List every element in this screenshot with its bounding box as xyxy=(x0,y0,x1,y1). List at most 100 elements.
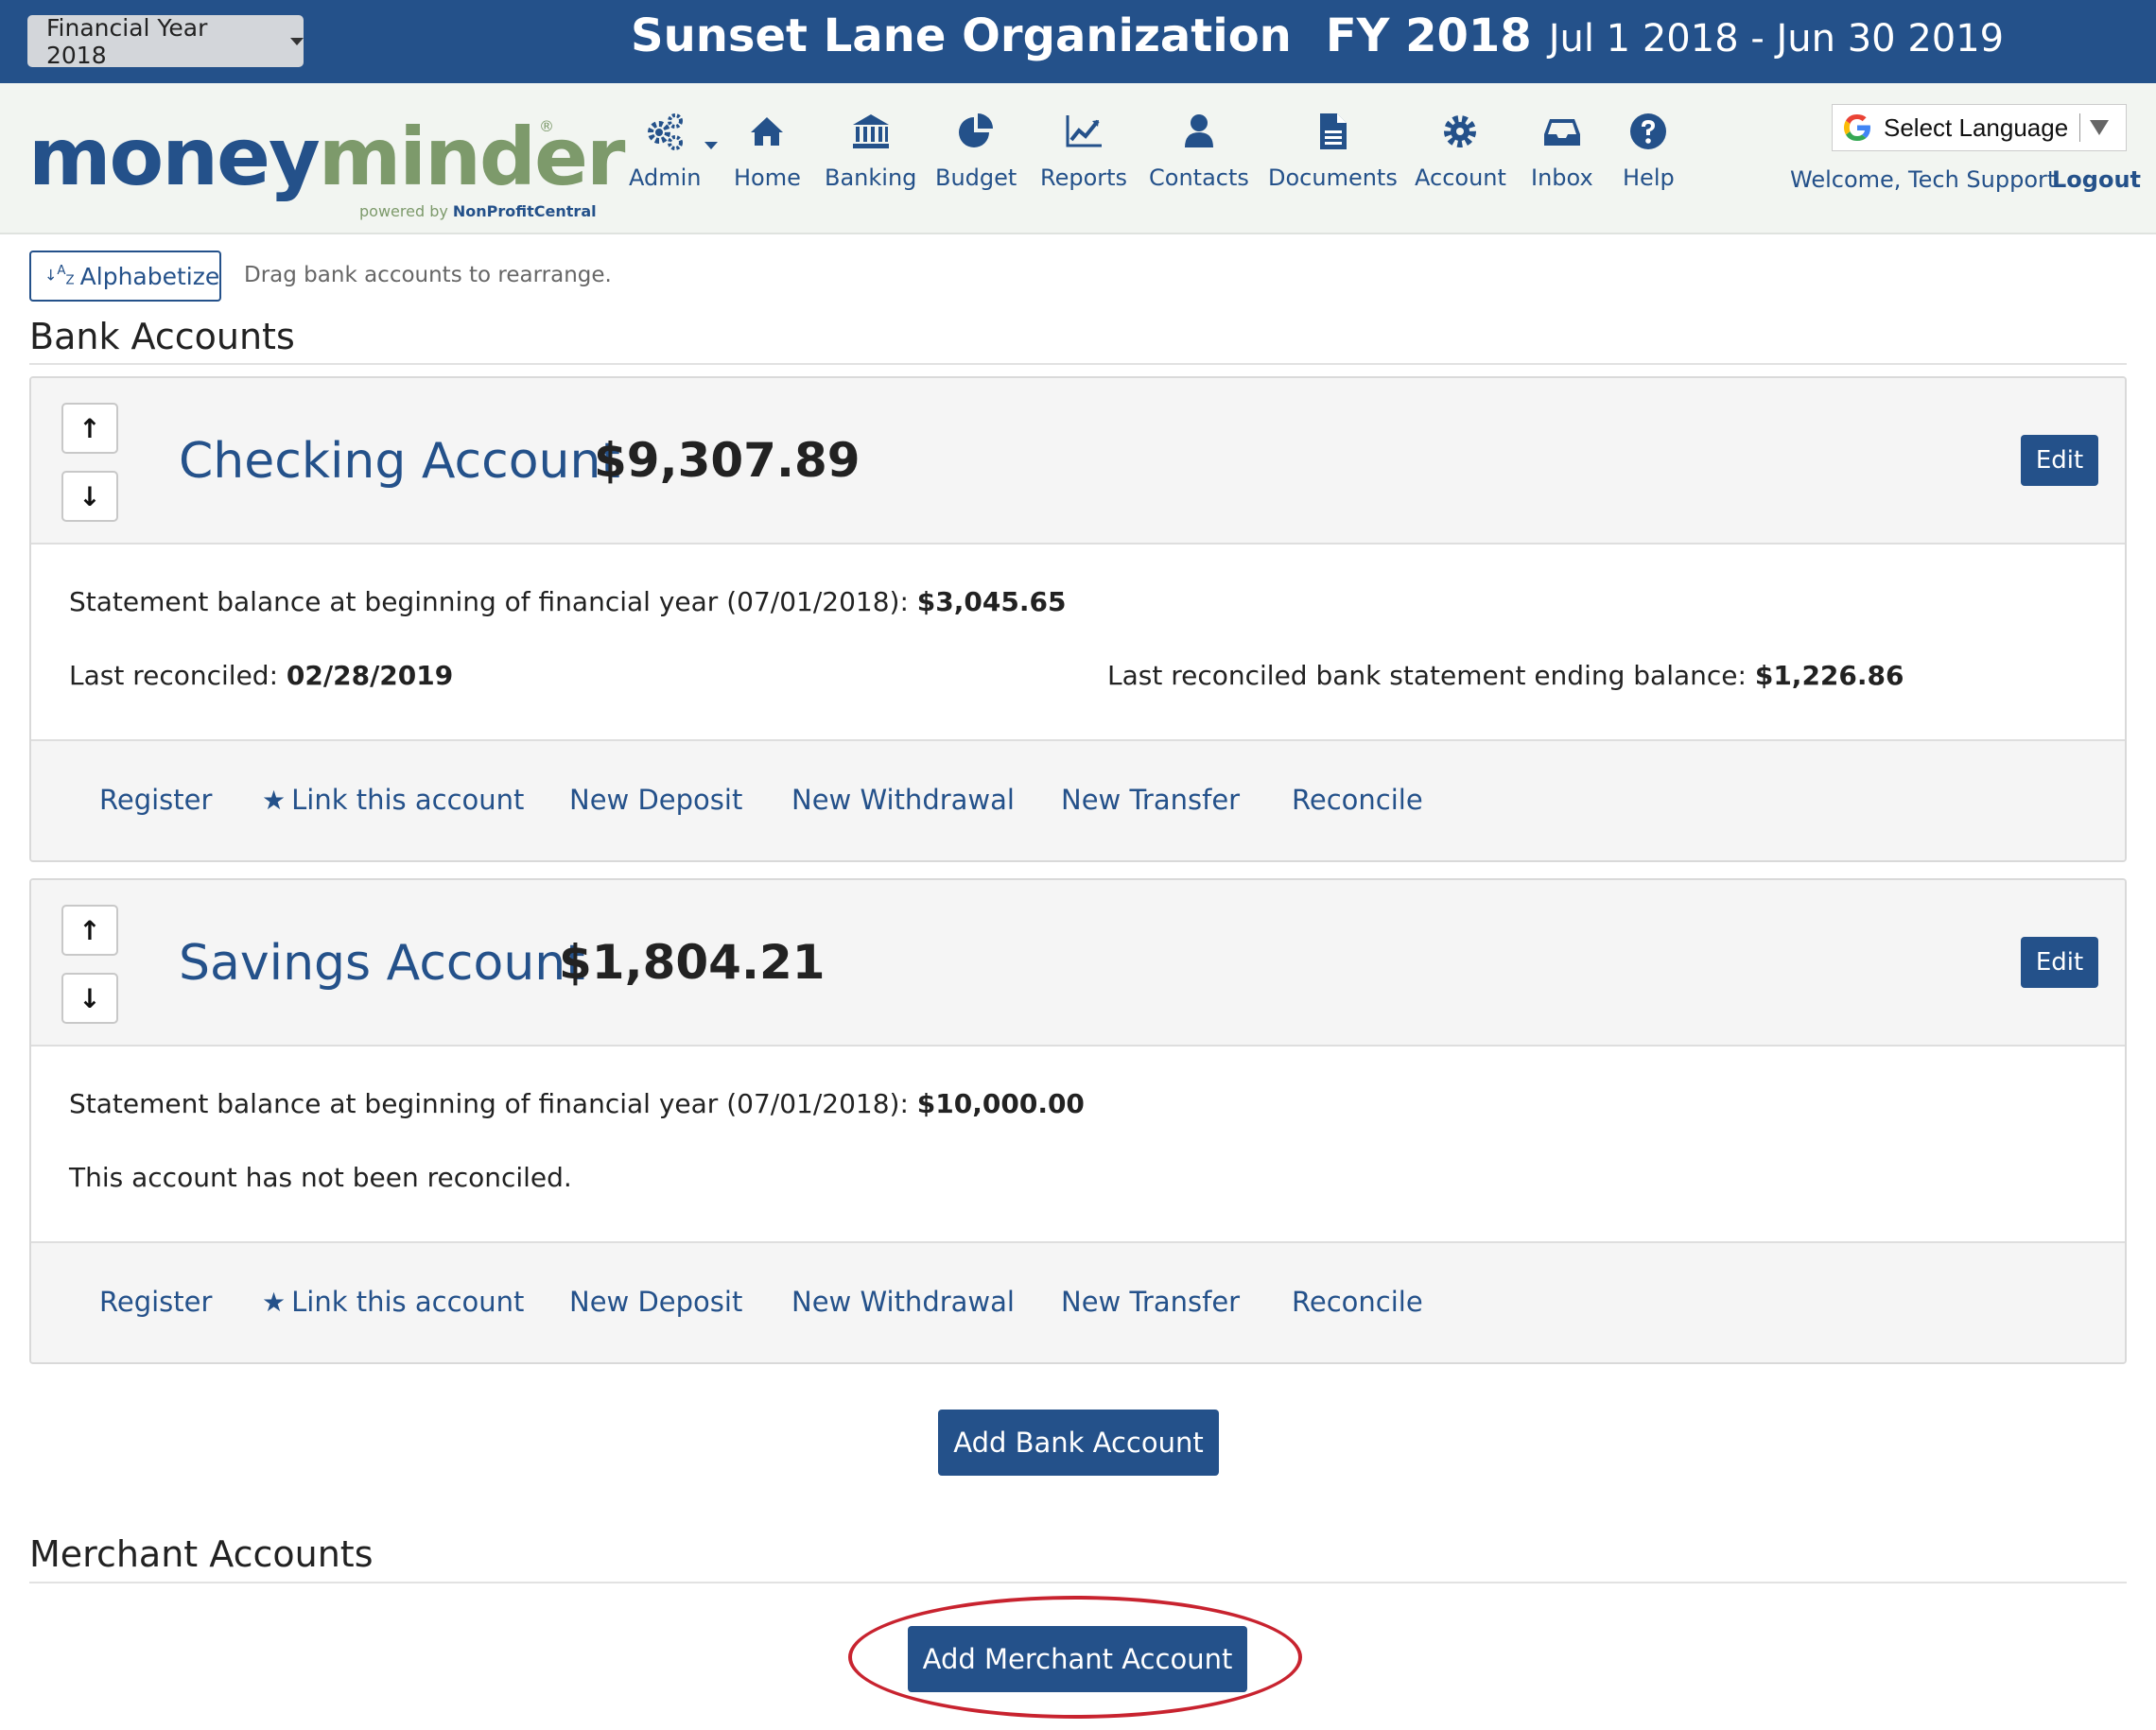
nav-account-label: Account xyxy=(1415,164,1506,191)
pie-chart-icon xyxy=(959,113,994,147)
nav-home[interactable]: Home xyxy=(734,112,801,206)
nav-reports-label: Reports xyxy=(1040,164,1128,191)
nav-budget[interactable]: Budget xyxy=(935,112,1017,206)
arrow-up-icon: ↑ xyxy=(78,914,101,946)
moneyminder-logo[interactable]: moneyminder ® powered by NonProfitCentra… xyxy=(28,110,625,220)
not-reconciled-note: This account has not been reconciled. xyxy=(69,1162,572,1193)
bank-account-card-checking: ↑ ↓ Checking Account $9,307.89 Edit Stat… xyxy=(29,376,2127,862)
nav-budget-label: Budget xyxy=(935,164,1017,191)
fiscal-date-range: Jul 1 2018 - Jun 30 2019 xyxy=(1548,17,2005,61)
edit-account-button[interactable]: Edit xyxy=(2021,435,2098,486)
financial-year-dropdown[interactable]: Financial Year 2018 xyxy=(27,13,304,69)
account-card-body: Statement balance at beginning of financ… xyxy=(31,1048,2125,1241)
new-withdrawal-link[interactable]: New Withdrawal xyxy=(791,1286,1015,1318)
nav-contacts[interactable]: Contacts xyxy=(1149,112,1249,206)
reconcile-link[interactable]: Reconcile xyxy=(1292,1286,1423,1318)
logo-wordmark: moneyminder xyxy=(28,111,625,203)
account-actions: Register ★ Link this account New Deposit … xyxy=(31,739,2125,860)
link-account-link[interactable]: ★ Link this account xyxy=(262,1286,524,1318)
nav-contacts-label: Contacts xyxy=(1149,164,1249,191)
nav-banking-label: Banking xyxy=(825,164,917,191)
new-transfer-link[interactable]: New Transfer xyxy=(1061,784,1240,816)
nav-home-label: Home xyxy=(734,164,801,191)
statement-balance: Statement balance at beginning of financ… xyxy=(69,1088,1085,1119)
account-card-header: ↑ ↓ Checking Account $9,307.89 Edit xyxy=(31,378,2125,545)
section-divider xyxy=(29,363,2127,365)
last-reconciled: Last reconciled: 02/28/2019 xyxy=(69,660,454,691)
account-balance: $1,804.21 xyxy=(559,935,826,990)
user-icon xyxy=(1184,114,1213,147)
caret-down-icon xyxy=(290,37,304,45)
language-divider xyxy=(2079,113,2081,142)
home-icon xyxy=(751,117,784,146)
arrow-down-icon: ↓ xyxy=(78,480,101,512)
nav-help[interactable]: Help xyxy=(1623,112,1675,206)
language-selector[interactable]: Select Language xyxy=(1832,104,2127,151)
arrow-up-icon: ↑ xyxy=(78,412,101,444)
register-link[interactable]: Register xyxy=(99,784,212,816)
nav-banking[interactable]: Banking xyxy=(825,112,916,206)
nav-documents-label: Documents xyxy=(1268,164,1398,191)
logo-tagline: powered by NonProfitCentral xyxy=(359,202,597,220)
organization-name: Sunset Lane Organization xyxy=(631,9,1292,62)
register-link[interactable]: Register xyxy=(99,1286,212,1318)
question-circle-icon xyxy=(1630,113,1667,149)
main-nav-bar: moneyminder ® powered by NonProfitCentra… xyxy=(0,83,2156,234)
fiscal-year-label: FY 2018 xyxy=(1325,9,1532,62)
edit-account-button[interactable]: Edit xyxy=(2021,937,2098,988)
arrow-down-icon: ↓ xyxy=(78,982,101,1014)
move-up-button[interactable]: ↑ xyxy=(61,905,118,956)
inbox-icon xyxy=(1543,119,1580,146)
logout-link[interactable]: Logout xyxy=(2052,166,2141,193)
highlight-circle-annotation xyxy=(848,1596,1302,1719)
account-actions: Register ★ Link this account New Deposit … xyxy=(31,1241,2125,1362)
gear-icon xyxy=(1444,115,1477,147)
last-reconciled-ending-balance: Last reconciled bank statement ending ba… xyxy=(1107,660,1904,691)
move-down-button[interactable]: ↓ xyxy=(61,973,118,1024)
nav-reports[interactable]: Reports xyxy=(1040,112,1127,206)
gears-icon xyxy=(648,113,684,150)
new-deposit-link[interactable]: New Deposit xyxy=(569,1286,742,1318)
document-icon xyxy=(1320,113,1348,149)
financial-year-label: Financial Year 2018 xyxy=(46,13,208,69)
welcome-text: Welcome, Tech Support xyxy=(1790,166,2057,193)
account-card-header: ↑ ↓ Savings Account $1,804.21 Edit xyxy=(31,880,2125,1047)
nav-help-label: Help xyxy=(1623,164,1675,191)
nav-admin[interactable]: Admin xyxy=(629,112,702,206)
triangle-down-icon xyxy=(2090,120,2110,135)
reconcile-link[interactable]: Reconcile xyxy=(1292,784,1423,816)
account-name[interactable]: Checking Account xyxy=(179,433,620,490)
move-up-button[interactable]: ↑ xyxy=(61,403,118,454)
drag-hint-text: Drag bank accounts to rearrange. xyxy=(244,263,612,287)
new-deposit-link[interactable]: New Deposit xyxy=(569,784,742,816)
account-name[interactable]: Savings Account xyxy=(179,935,585,992)
star-icon: ★ xyxy=(262,785,287,816)
move-down-button[interactable]: ↓ xyxy=(61,471,118,522)
bank-account-card-savings: ↑ ↓ Savings Account $1,804.21 Edit State… xyxy=(29,878,2127,1364)
new-transfer-link[interactable]: New Transfer xyxy=(1061,1286,1240,1318)
new-withdrawal-link[interactable]: New Withdrawal xyxy=(791,784,1015,816)
top-bar: Financial Year 2018 Sunset Lane Organiza… xyxy=(0,0,2156,83)
statement-balance: Statement balance at beginning of financ… xyxy=(69,586,1067,617)
alphabetize-label: Alphabetize xyxy=(79,262,220,290)
alphabetize-button[interactable]: ↓AZ Alphabetize xyxy=(29,251,221,302)
account-balance: $9,307.89 xyxy=(594,433,861,488)
merchant-accounts-heading: Merchant Accounts xyxy=(29,1533,374,1575)
star-icon: ★ xyxy=(262,1287,287,1318)
page-header-title: Sunset Lane Organization FY 2018 Jul 1 2… xyxy=(631,9,2004,76)
admin-caret-down-icon[interactable] xyxy=(704,142,718,149)
nav-documents[interactable]: Documents xyxy=(1268,112,1398,206)
nav-account[interactable]: Account xyxy=(1415,112,1506,206)
nav-inbox[interactable]: Inbox xyxy=(1531,112,1593,206)
section-divider xyxy=(29,1582,2127,1583)
link-account-link[interactable]: ★ Link this account xyxy=(262,784,524,816)
nav-inbox-label: Inbox xyxy=(1531,164,1593,191)
add-bank-account-button[interactable]: Add Bank Account xyxy=(938,1410,1219,1476)
registered-mark: ® xyxy=(539,117,554,135)
bank-icon xyxy=(852,114,889,148)
google-icon xyxy=(1844,114,1870,141)
language-label: Select Language xyxy=(1884,112,2069,142)
account-card-body: Statement balance at beginning of financ… xyxy=(31,546,2125,739)
bank-accounts-heading: Bank Accounts xyxy=(29,316,295,357)
sort-alpha-icon: ↓AZ xyxy=(44,263,75,288)
